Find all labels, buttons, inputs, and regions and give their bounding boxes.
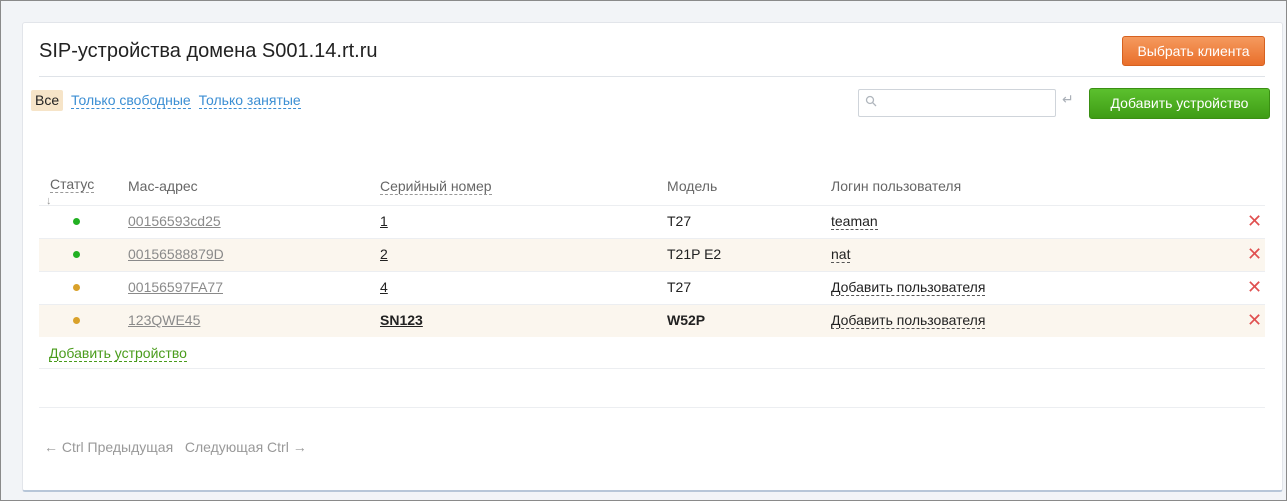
table-row: 00156588879D 2 T21P E2 nat ✕	[39, 238, 1265, 271]
serial-link[interactable]: 4	[380, 279, 388, 295]
devices-panel: SIP-устройства домена S001.14.rt.ru Выбр…	[22, 22, 1283, 492]
column-status[interactable]: Статус	[50, 176, 95, 193]
divider	[39, 407, 1265, 408]
mac-link[interactable]: 123QWE45	[128, 312, 200, 328]
serial-link[interactable]: SN123	[380, 312, 423, 328]
filter-busy-only[interactable]: Только занятые	[198, 93, 301, 109]
status-online-dot	[73, 218, 80, 225]
model-cell: W52P	[667, 312, 706, 328]
column-serial[interactable]: Серийный номер	[380, 178, 492, 195]
status-offline-dot	[73, 317, 80, 324]
add-user-link[interactable]: Добавить пользователя	[831, 279, 986, 296]
model-cell: T21P E2	[667, 246, 722, 262]
model-cell: T27	[667, 279, 692, 295]
column-mac: Mac-адрес	[128, 178, 198, 194]
prev-page-link[interactable]: ← Ctrl Предыдущая	[44, 439, 173, 455]
status-offline-dot	[73, 284, 80, 291]
add-user-link[interactable]: Добавить пользователя	[831, 312, 986, 329]
status-online-dot	[73, 251, 80, 258]
column-model: Модель	[667, 178, 718, 194]
model-cell: T27	[667, 213, 692, 229]
search-input[interactable]	[879, 92, 1055, 116]
page-title: SIP-устройства домена S001.14.rt.ru	[39, 40, 378, 62]
window-frame: SIP-устройства домена S001.14.rt.ru Выбр…	[0, 0, 1287, 501]
mac-link[interactable]: 00156597FA77	[128, 279, 223, 295]
serial-link[interactable]: 1	[380, 213, 388, 229]
filter-all[interactable]: Все	[31, 90, 64, 111]
add-device-link[interactable]: Добавить устройство	[49, 345, 187, 362]
enter-icon: ↵	[1062, 91, 1074, 107]
delete-icon[interactable]: ✕	[1247, 212, 1262, 230]
table-row: 00156593cd25 1 T27 teaman ✕	[39, 205, 1265, 238]
divider	[39, 368, 1265, 369]
delete-icon[interactable]: ✕	[1247, 311, 1262, 329]
title-divider	[39, 76, 1265, 77]
select-client-button[interactable]: Выбрать клиента	[1122, 36, 1265, 66]
filter-bar: Все Только свободные Только занятые	[31, 90, 301, 111]
table-row: 00156597FA77 4 T27 Добавить пользователя…	[39, 271, 1265, 304]
mac-link[interactable]: 00156588879D	[128, 246, 224, 262]
login-link[interactable]: nat	[831, 246, 851, 263]
next-page-link[interactable]: Следующая Ctrl →	[185, 439, 307, 455]
search-icon	[865, 95, 877, 107]
add-device-button[interactable]: Добавить устройство	[1089, 88, 1270, 119]
filter-free-only[interactable]: Только свободные	[71, 93, 191, 109]
search-box[interactable]	[858, 89, 1056, 117]
serial-link[interactable]: 2	[380, 246, 388, 262]
delete-icon[interactable]: ✕	[1247, 245, 1262, 263]
delete-icon[interactable]: ✕	[1247, 278, 1262, 296]
mac-link[interactable]: 00156593cd25	[128, 213, 221, 229]
pagination: ← Ctrl Предыдущая Следующая Ctrl →	[44, 439, 307, 455]
column-login: Логин пользователя	[831, 178, 962, 194]
login-link[interactable]: teaman	[831, 213, 878, 230]
table-row: 123QWE45 SN123 W52P Добавить пользовател…	[39, 304, 1265, 337]
